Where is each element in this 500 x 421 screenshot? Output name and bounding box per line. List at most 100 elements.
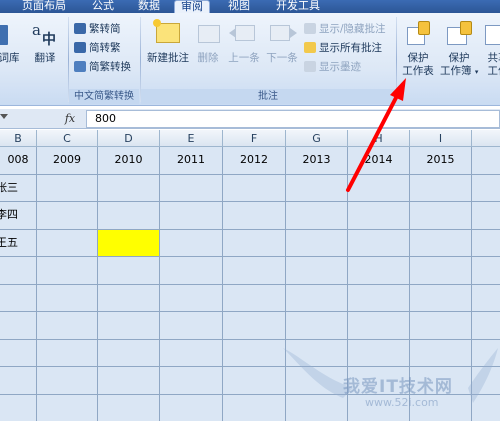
- delete-comment-button[interactable]: 删除: [194, 17, 222, 85]
- grid-cell[interactable]: [472, 312, 500, 340]
- grid-cell[interactable]: [98, 339, 160, 367]
- grid-cell[interactable]: [286, 174, 348, 202]
- grid-cell[interactable]: [410, 257, 472, 285]
- grid-cell[interactable]: [410, 202, 472, 230]
- grid-cell[interactable]: [0, 339, 37, 367]
- grid-cell[interactable]: [472, 202, 500, 230]
- grid-cell[interactable]: [472, 285, 500, 312]
- grid-cell[interactable]: [37, 367, 98, 395]
- grid-cell[interactable]: [160, 257, 223, 285]
- grid-cell[interactable]: [160, 174, 223, 202]
- grid-cell[interactable]: [160, 229, 223, 257]
- year-cell[interactable]: 2009: [37, 147, 98, 175]
- new-comment-button[interactable]: 新建批注: [144, 17, 192, 85]
- grid-cell[interactable]: [37, 174, 98, 202]
- grid-cell[interactable]: [348, 284, 410, 312]
- grid-cell[interactable]: [223, 312, 286, 340]
- protect-workbook-button[interactable]: 保护 工作簿 ▾: [440, 17, 478, 85]
- protect-sheet-button[interactable]: 保护 工作表: [400, 17, 436, 85]
- formula-input[interactable]: 800: [86, 110, 500, 128]
- grid-cell[interactable]: [37, 257, 98, 285]
- grid-cell[interactable]: [37, 202, 98, 230]
- column-header-d[interactable]: D: [98, 130, 160, 147]
- grid-cell[interactable]: [410, 174, 472, 202]
- share-workbook-button[interactable]: 共享 工作: [480, 17, 500, 85]
- grid-cell[interactable]: [223, 257, 286, 285]
- grid-cell[interactable]: [286, 202, 348, 230]
- grid-cell[interactable]: [348, 174, 410, 202]
- grid-cell[interactable]: [0, 367, 37, 395]
- column-header-b[interactable]: B: [0, 130, 37, 147]
- grid-cell[interactable]: [98, 394, 160, 421]
- tab-formulas[interactable]: 公式: [92, 0, 114, 13]
- grid-cell[interactable]: [98, 257, 160, 285]
- show-all-comments-button[interactable]: 显示所有批注: [304, 40, 382, 56]
- thesaurus-button[interactable]: 词库: [0, 17, 22, 85]
- grid-cell[interactable]: [286, 257, 348, 285]
- grid-cell[interactable]: [223, 174, 286, 202]
- year-cell[interactable]: 2014: [348, 147, 410, 175]
- trad-to-simp-button[interactable]: 繁转简: [74, 21, 121, 37]
- column-header-e[interactable]: E: [160, 130, 223, 147]
- grid-cell[interactable]: [348, 202, 410, 230]
- simp-to-trad-button[interactable]: 简转繁: [74, 40, 121, 56]
- grid-cell[interactable]: [348, 312, 410, 340]
- grid-cell[interactable]: [160, 367, 223, 395]
- grid-cell[interactable]: [223, 394, 286, 421]
- conversion-button[interactable]: 简繁转换: [74, 59, 131, 75]
- grid-cell[interactable]: [98, 174, 160, 202]
- column-header-g[interactable]: G: [286, 130, 348, 147]
- grid-cell[interactable]: [472, 230, 500, 257]
- grid-cell[interactable]: [0, 257, 37, 285]
- grid-cell[interactable]: [0, 312, 37, 340]
- grid-cell[interactable]: [160, 312, 223, 340]
- grid-cell[interactable]: [223, 284, 286, 312]
- name-box-dropdown-icon[interactable]: [0, 114, 8, 119]
- grid-cell[interactable]: [223, 367, 286, 395]
- name-cell[interactable]: 张三: [0, 174, 37, 202]
- grid-cell[interactable]: [348, 229, 410, 257]
- tab-page-layout[interactable]: 页面布局: [22, 0, 66, 13]
- grid-cell[interactable]: [160, 202, 223, 230]
- grid-cell[interactable]: [98, 284, 160, 312]
- grid-cell[interactable]: [98, 312, 160, 340]
- grid-cell[interactable]: [98, 367, 160, 395]
- grid-cell[interactable]: [286, 284, 348, 312]
- grid-cell[interactable]: [37, 339, 98, 367]
- tab-developer[interactable]: 开发工具: [276, 0, 320, 13]
- column-header-h[interactable]: H: [348, 130, 410, 147]
- column-header-c[interactable]: C: [37, 130, 98, 147]
- grid-cell[interactable]: [37, 312, 98, 340]
- name-cell[interactable]: 王五: [0, 229, 37, 257]
- grid-cell[interactable]: [37, 394, 98, 421]
- year-cell[interactable]: 2010: [98, 147, 160, 175]
- tab-review[interactable]: 审阅: [174, 0, 210, 13]
- year-cell[interactable]: 2015: [410, 147, 472, 175]
- grid-cell[interactable]: [472, 147, 500, 175]
- grid-cell[interactable]: [472, 257, 500, 285]
- grid-cell[interactable]: [348, 257, 410, 285]
- year-cell[interactable]: 2011: [160, 147, 223, 175]
- previous-comment-button[interactable]: 上一条: [226, 17, 262, 85]
- grid-cell[interactable]: [410, 312, 472, 340]
- grid-cell[interactable]: [37, 229, 98, 257]
- tab-data[interactable]: 数据: [138, 0, 160, 13]
- grid-cell[interactable]: [0, 394, 37, 421]
- grid-cell[interactable]: [0, 284, 37, 312]
- year-cell[interactable]: 008: [0, 147, 37, 175]
- show-ink-button[interactable]: 显示墨迹: [304, 59, 361, 75]
- grid-cell[interactable]: [223, 229, 286, 257]
- show-hide-comment-button[interactable]: 显示/隐藏批注: [304, 21, 386, 37]
- highlighted-cell[interactable]: [98, 229, 160, 257]
- grid-cell[interactable]: [160, 394, 223, 421]
- grid-cell[interactable]: [223, 339, 286, 367]
- column-header-f[interactable]: F: [223, 130, 286, 147]
- name-cell[interactable]: 李四: [0, 202, 37, 230]
- grid-cell[interactable]: [472, 175, 500, 202]
- grid-cell[interactable]: [160, 339, 223, 367]
- grid-cell[interactable]: [98, 202, 160, 230]
- next-comment-button[interactable]: 下一条: [264, 17, 300, 85]
- grid-cell[interactable]: [37, 284, 98, 312]
- grid-cell[interactable]: [286, 229, 348, 257]
- year-cell[interactable]: 2012: [223, 147, 286, 175]
